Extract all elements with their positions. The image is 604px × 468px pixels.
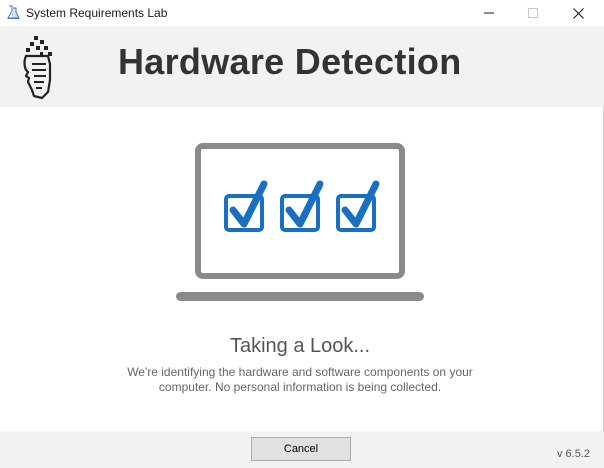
- maximize-button[interactable]: [510, 0, 556, 26]
- close-icon: [572, 7, 584, 19]
- header-band: Hardware Detection: [0, 26, 604, 107]
- laptop-checklist-illustration: [176, 143, 424, 301]
- title-bar: System Requirements Lab: [0, 0, 604, 26]
- laptop-base: [176, 292, 424, 301]
- page-title: Hardware Detection: [118, 41, 462, 82]
- robot-head-logo-icon: [23, 36, 52, 100]
- close-button[interactable]: [555, 0, 601, 26]
- status-description-line-1: We're identifying the hardware and softw…: [127, 365, 473, 379]
- window-title: System Requirements Lab: [26, 6, 168, 20]
- app-window: System Requirements Lab Hardware Detecti…: [0, 0, 604, 468]
- maximize-icon: [528, 8, 538, 18]
- version-label: v 6.5.2: [556, 448, 590, 460]
- cancel-button[interactable]: Cancel: [251, 437, 351, 461]
- minimize-icon: [484, 12, 494, 14]
- status-description: We're identifying the hardware and softw…: [100, 365, 500, 395]
- flask-icon: [7, 5, 20, 19]
- status-description-line-2: computer. No personal information is bei…: [158, 380, 442, 394]
- minimize-button[interactable]: [466, 0, 512, 26]
- footer-bar: Cancel v 6.5.2: [0, 431, 604, 468]
- status-heading: Taking a Look...: [229, 335, 371, 357]
- laptop-screen: [195, 143, 405, 279]
